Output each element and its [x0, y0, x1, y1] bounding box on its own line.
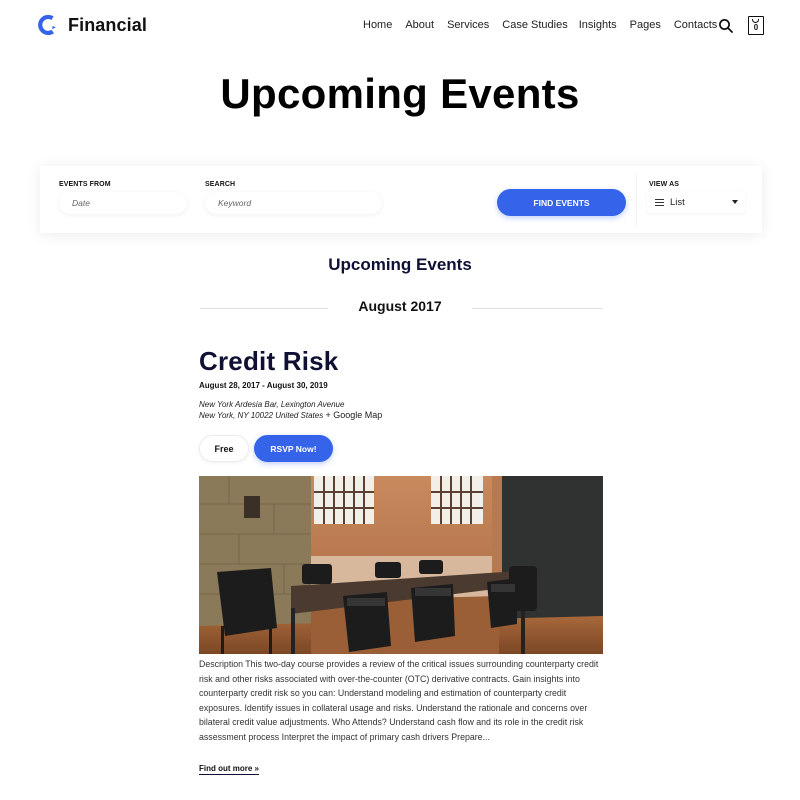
shopping-bag-icon[interactable]: 0 [748, 16, 764, 35]
brand-logo[interactable]: Financial [37, 14, 147, 36]
logo-icon [37, 14, 59, 36]
event-venue: New York Ardesia Bar, Lexington Avenue N… [199, 400, 382, 421]
nav-insights[interactable]: Insights [579, 19, 617, 31]
date-input[interactable] [59, 192, 187, 214]
page-title: Upcoming Events [220, 70, 580, 117]
nav-about[interactable]: About [405, 19, 434, 31]
rsvp-button[interactable]: RSVP Now! [254, 435, 333, 462]
event-filter-bar: EVENTS FROM SEARCH FIND EVENTS VIEW AS L… [40, 166, 762, 233]
filter-divider [636, 174, 637, 226]
list-icon [655, 198, 664, 206]
search-icon[interactable] [718, 18, 734, 34]
view-as-select[interactable]: List [647, 191, 745, 213]
price-badge: Free [199, 435, 249, 462]
site-header: Financial Home About Services Case Studi… [0, 0, 800, 52]
event-dates: August 28, 2017 - August 30, 2019 [199, 381, 328, 390]
find-out-more-link[interactable]: Find out more » [199, 764, 259, 775]
chevron-down-icon [732, 200, 738, 204]
keyword-input[interactable] [205, 192, 382, 214]
event-description: Description This two-day course provides… [199, 659, 599, 742]
section-title: Upcoming Events [328, 255, 472, 274]
view-as-value: List [670, 196, 685, 208]
search-label: SEARCH [205, 181, 236, 188]
find-events-button[interactable]: FIND EVENTS [497, 189, 626, 216]
nav-case-studies[interactable]: Case Studies [502, 19, 567, 31]
nav-home[interactable]: Home [363, 19, 392, 31]
event-image[interactable] [199, 476, 603, 654]
month-heading: August 2017 [358, 298, 442, 314]
venue-line-1: New York Ardesia Bar, Lexington Avenue [199, 400, 345, 409]
nav-services[interactable]: Services [447, 19, 489, 31]
google-map-link[interactable]: + Google Map [325, 410, 382, 420]
nav-contacts[interactable]: Contacts [674, 19, 717, 31]
view-as-label: VIEW AS [649, 181, 679, 188]
events-from-label: EVENTS FROM [59, 181, 111, 188]
nav-pages[interactable]: Pages [630, 19, 661, 31]
cart-count: 0 [753, 23, 759, 32]
brand-name: Financial [68, 14, 147, 35]
event-title[interactable]: Credit Risk [199, 346, 338, 377]
main-nav: Home About Services Case Studies Insight… [363, 19, 730, 31]
venue-line-2: New York, NY 10022 United States [199, 411, 324, 420]
